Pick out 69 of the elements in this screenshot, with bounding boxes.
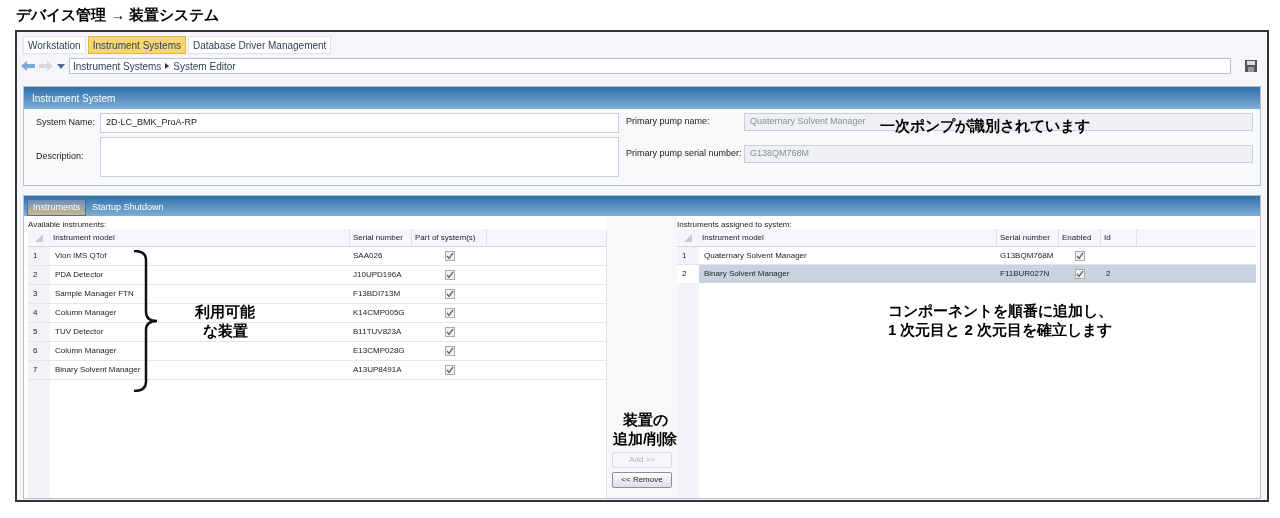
table-cell: TUV Detector	[55, 327, 104, 336]
annotation-text: 装置の 追加/削除	[611, 410, 679, 448]
row-number: 1	[32, 250, 39, 262]
row-number: 5	[32, 326, 39, 338]
annotation-text: 一次ポンプが識別されています	[880, 117, 1090, 135]
description-field[interactable]	[100, 137, 619, 177]
column-header[interactable]: Instrument model	[699, 229, 997, 246]
table-cell-text: Quaternary Solvent Manager	[703, 249, 808, 262]
field-label: System Name:	[35, 116, 96, 130]
dropdown-icon[interactable]	[57, 63, 65, 69]
field-label: Description:	[35, 150, 85, 164]
row-number: 6	[32, 345, 39, 357]
panel-title: Instrument System	[24, 87, 1260, 109]
grid-label: Instruments assigned to system:	[677, 219, 793, 229]
table-cell: Vion IMS QTof	[55, 251, 107, 260]
page-title: デバイス管理 → 装置システム	[16, 6, 220, 24]
tab[interactable]: Database Driver Management	[188, 36, 332, 54]
breadcrumb-link[interactable]: System Editor	[173, 58, 236, 74]
table-cell: Column Manager	[55, 308, 117, 317]
caret-icon	[165, 63, 170, 69]
system-name-field[interactable]: 2D-LC_BMK_ProA-RP	[100, 113, 619, 133]
field-label: Primary pump name:	[626, 115, 711, 129]
row-number: 7	[32, 364, 39, 376]
column-header[interactable]: Instrument model	[50, 229, 350, 246]
checkbox[interactable]	[444, 308, 455, 318]
checkbox[interactable]	[444, 289, 455, 299]
annotation-text: コンポーネントを順番に追加し、 1 次元目と 2 次元目を確立します	[886, 301, 1114, 339]
table-row[interactable]: 2 Binary Solvent Manager F11BUR027N 2	[677, 265, 1256, 283]
tab[interactable]: Instrument Systems	[87, 36, 186, 54]
column-header[interactable]: Id	[1101, 229, 1137, 246]
table-cell-text: J10UPD196A	[352, 269, 403, 281]
table-cell-text: F11BUR027N	[999, 268, 1051, 280]
table-cell: 2	[1106, 269, 1111, 278]
table-cell-text: SAA026	[352, 250, 384, 262]
grid-label: Available instruments:	[28, 219, 108, 229]
table-cell-text: E13CMP028G	[352, 345, 406, 357]
checkbox[interactable]	[1075, 250, 1085, 261]
table-cell: Sample Manager FTN	[55, 289, 134, 298]
table-cell-text: B11TUV823A	[352, 326, 403, 338]
row-number: 2	[32, 269, 39, 281]
row-number: 4	[32, 307, 39, 319]
action-button[interactable]: << Remove	[612, 472, 672, 488]
breadcrumb-link[interactable]: Instrument Systems	[73, 58, 162, 74]
row-number: 1	[681, 249, 688, 262]
tab[interactable]: Workstation	[23, 36, 86, 54]
table-cell: PDA Detector	[55, 270, 104, 279]
table-cell-text: G13BQM768M	[999, 249, 1055, 262]
checkbox[interactable]	[444, 251, 455, 261]
table-cell: Column Manager	[55, 346, 117, 355]
table-cell: Binary Solvent Manager	[55, 365, 141, 374]
annotation-text: 利用可能 な装置	[194, 302, 256, 340]
checkbox[interactable]	[444, 365, 455, 375]
primary-pump-serial-field: G138QM768M	[744, 145, 1253, 163]
table-cell-text: Binary Solvent Manager	[703, 268, 791, 280]
column-header[interactable]: Enabled	[1059, 229, 1101, 246]
table-cell-text: K14CMP005G	[352, 307, 406, 319]
field-label: Primary pump serial number:	[626, 147, 743, 161]
checkbox[interactable]	[1075, 269, 1085, 279]
row-number: 2	[681, 268, 688, 280]
row-number: 3	[32, 288, 39, 300]
checkbox[interactable]	[444, 270, 455, 280]
column-header[interactable]: Part of system(s)	[412, 229, 487, 246]
save-icon[interactable]	[1245, 60, 1257, 72]
column-header[interactable]: Serial number	[350, 229, 412, 246]
column-header[interactable]: Serial number	[997, 229, 1059, 246]
checkbox[interactable]	[444, 327, 455, 337]
table-cell-text: F13BDI713M	[352, 288, 402, 300]
table-cell-text: A13UP8491A	[352, 364, 403, 376]
checkbox[interactable]	[444, 346, 455, 356]
